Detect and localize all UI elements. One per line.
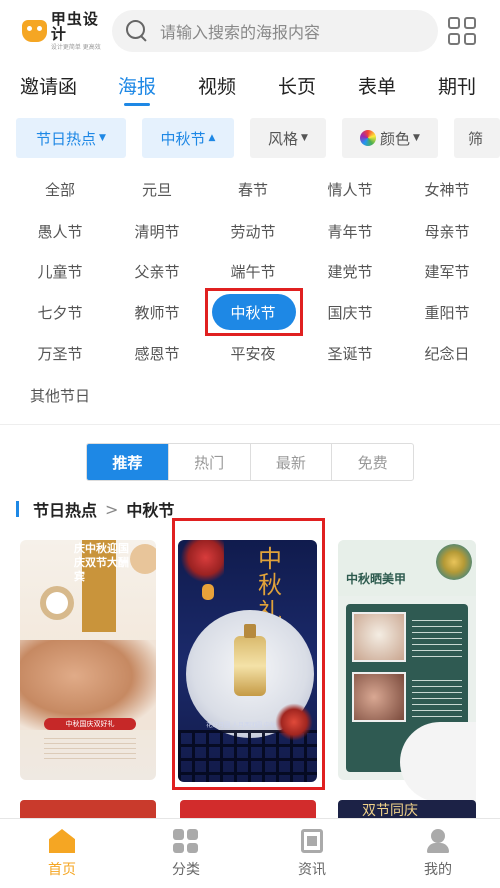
sort-tabs: 推荐 热门 最新 免费 [86,443,414,481]
festival-item-selected[interactable]: 中秋节 [208,293,298,331]
caret-down-icon: ▼ [301,133,308,143]
grid-menu-icon[interactable] [448,17,476,45]
festival-item[interactable]: 教师节 [112,293,202,331]
header: 甲虫设计 设计更简单 更高效 请输入搜索的海报内容 [0,0,500,62]
nav-news-label: 资讯 [298,862,326,878]
news-icon [301,829,323,853]
highlight-box [172,518,325,790]
category-tabs: 邀请函 海报 视频 长页 表单 期刊 [0,66,500,110]
sort-free[interactable]: 免费 [332,444,413,480]
section-marker [16,501,19,517]
festival-item[interactable]: 青年节 [305,212,395,250]
poster-cta: 中秋国庆双好礼 [44,718,136,730]
festival-item[interactable]: 清明节 [112,212,202,250]
poster-card[interactable]: 庆中秋迎国庆双节大酬宾 中秋国庆双好礼 [20,540,156,780]
category-icon [173,829,199,853]
festival-item[interactable]: 平安夜 [208,334,298,372]
nav-home[interactable]: 首页 [22,829,102,885]
festival-item[interactable]: 劳动节 [208,212,298,250]
search-input[interactable]: 请输入搜索的海报内容 [160,19,320,43]
festival-item[interactable]: 其他节日 [15,376,105,414]
festival-item[interactable]: 万圣节 [15,334,105,372]
holiday-filter-label: 节日热点 [36,129,97,148]
breadcrumb: 节日热点 > 中秋节 [16,498,174,520]
logo-icon [22,20,47,42]
nav-news[interactable]: 资讯 [272,829,352,885]
poster-text-lines [44,738,136,762]
nav-category[interactable]: 分类 [146,829,226,885]
active-tab-indicator [124,103,150,106]
festival-item[interactable]: 父亲节 [112,252,202,290]
festival-item[interactable]: 全部 [15,170,105,208]
caret-up-icon: ▲ [208,133,216,143]
user-icon [426,829,450,853]
style-filter[interactable]: 风格 ▼ [250,118,326,158]
festival-item[interactable]: 母亲节 [402,212,492,250]
tab-form[interactable]: 表单 [358,72,396,99]
festival-item[interactable]: 重阳节 [402,293,492,331]
caret-down-icon: ▼ [99,133,106,143]
festival-item[interactable]: 建党节 [305,252,395,290]
festival-item[interactable]: 国庆节 [305,293,395,331]
tab-video[interactable]: 视频 [198,72,236,99]
section-divider [0,424,500,425]
poster-image [352,612,406,662]
festival-filter[interactable]: 中秋节 ▲ [142,118,234,158]
poster-title: 庆中秋迎国庆双节大酬宾 [74,542,129,583]
festival-item[interactable]: 情人节 [305,170,395,208]
tab-journal[interactable]: 期刊 [438,72,476,99]
logo-name: 甲虫设计 [50,9,99,43]
nav-me-label: 我的 [424,862,452,878]
poster-text-lines [412,680,462,720]
home-icon [49,829,75,853]
sort-recommend[interactable]: 推荐 [87,444,169,480]
search-bar[interactable]: 请输入搜索的海报内容 [112,10,438,52]
poster-image [352,672,406,722]
app-logo[interactable]: 甲虫设计 设计更简单 更高效 [22,11,112,50]
more-filter-label: 筛 [468,129,484,148]
color-filter[interactable]: 颜色 ▼ [342,118,438,158]
festival-item[interactable]: 女神节 [402,170,492,208]
breadcrumb-separator: > [105,499,119,519]
festival-item[interactable]: 端午节 [208,252,298,290]
style-filter-label: 风格 [268,129,299,148]
tab-long-page[interactable]: 长页 [278,72,316,99]
color-filter-label: 颜色 [380,129,411,148]
caret-down-icon: ▼ [413,133,420,143]
sort-latest[interactable]: 最新 [251,444,333,480]
nav-me[interactable]: 我的 [398,829,478,885]
sort-hot[interactable]: 热门 [169,444,251,480]
festival-item[interactable]: 圣诞节 [305,334,395,372]
festival-filter-label: 中秋节 [160,129,206,148]
holiday-filter[interactable]: 节日热点 ▼ [16,118,126,158]
festival-item[interactable]: 建军节 [402,252,492,290]
nav-category-label: 分类 [172,862,200,878]
tab-invitation[interactable]: 邀请函 [20,72,77,99]
festival-item[interactable]: 春节 [208,170,298,208]
festival-item[interactable]: 儿童节 [15,252,105,290]
more-filter[interactable]: 筛 [454,118,500,158]
poster-text-lines [412,620,462,660]
rabbit-icon [46,592,68,614]
nav-home-label: 首页 [48,862,76,878]
search-icon [126,20,148,42]
leaf-decoration [436,544,472,580]
festival-item[interactable]: 七夕节 [15,293,105,331]
floating-button[interactable] [400,722,476,802]
poster-image [20,640,156,730]
breadcrumb-current: 中秋节 [126,501,175,520]
festival-item[interactable]: 纪念日 [402,334,492,372]
color-wheel-icon [360,130,377,146]
poster-title: 中秋晒美甲 [346,572,407,586]
logo-tagline: 设计更简单 更高效 [50,43,101,51]
poster-title: 双节同庆 [362,803,418,819]
festival-item[interactable]: 愚人节 [15,212,105,250]
tab-poster[interactable]: 海报 [118,72,156,99]
breadcrumb-parent[interactable]: 节日热点 [33,497,97,521]
bottom-nav: 首页 分类 资讯 我的 [0,818,500,888]
filter-bar: 节日热点 ▼ 中秋节 ▲ 风格 ▼ 颜色 ▼ 筛 [0,118,500,160]
festival-item[interactable]: 元旦 [112,170,202,208]
festival-item[interactable]: 感恩节 [112,334,202,372]
